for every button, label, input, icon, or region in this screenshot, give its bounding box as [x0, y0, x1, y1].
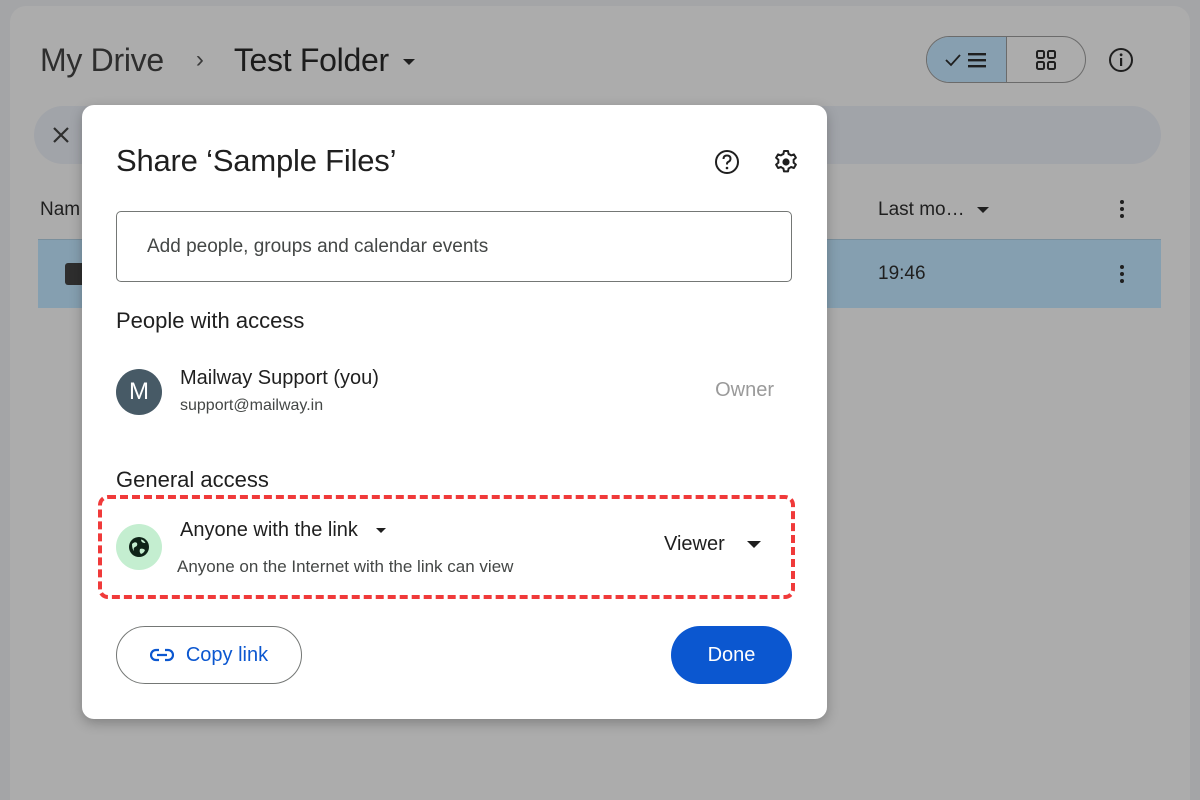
- general-access-dropdown[interactable]: Anyone with the link: [180, 519, 386, 542]
- globe-icon-container: [116, 524, 162, 570]
- person-name: Mailway Support (you): [180, 367, 379, 389]
- sort-caret-icon: [976, 207, 989, 213]
- person-email: support@mailway.in: [180, 397, 324, 414]
- breadcrumb-my-drive[interactable]: My Drive: [40, 42, 164, 79]
- breadcrumb-separator: ›: [195, 46, 204, 73]
- people-with-access-heading: People with access: [116, 308, 305, 333]
- check-list-icon: [945, 52, 987, 67]
- current-folder-label: Test Folder: [233, 41, 389, 78]
- link-icon: [149, 648, 174, 662]
- general-access-description: Anyone on the Internet with the link can…: [177, 557, 514, 576]
- column-options-icon[interactable]: [1119, 200, 1125, 218]
- column-header-name[interactable]: Nam: [40, 199, 80, 221]
- column-header-last-modified[interactable]: Last mo…: [878, 199, 989, 221]
- dialog-title: Share ‘Sample Files’: [116, 143, 397, 178]
- close-icon[interactable]: [50, 124, 72, 146]
- copy-link-button[interactable]: Copy link: [116, 626, 302, 684]
- general-access-value: Anyone with the link: [180, 519, 358, 541]
- row-more-options-icon[interactable]: [1119, 265, 1125, 283]
- role-dropdown[interactable]: Viewer: [664, 533, 761, 556]
- avatar: M: [116, 369, 162, 415]
- done-button[interactable]: Done: [671, 626, 792, 684]
- share-dialog: Share ‘Sample Files’ People with access …: [82, 105, 827, 719]
- last-modified-label: Last mo…: [878, 199, 965, 220]
- globe-icon: [129, 537, 149, 557]
- caret-down-icon: [375, 528, 386, 533]
- list-view-button[interactable]: [927, 37, 1007, 82]
- person-row: M Mailway Support (you) support@mailway.…: [116, 367, 792, 417]
- grid-view-button[interactable]: [1007, 37, 1086, 82]
- add-people-input[interactable]: [117, 212, 791, 281]
- breadcrumb-current-folder[interactable]: Test Folder: [234, 42, 415, 79]
- breadcrumb: My Drive › Test Folder: [40, 38, 415, 82]
- person-role: Owner: [715, 379, 774, 401]
- gear-icon[interactable]: [772, 148, 800, 176]
- grid-icon: [1035, 49, 1056, 70]
- add-people-input-wrapper: [116, 211, 792, 282]
- row-modified-time: 19:46: [878, 263, 926, 284]
- caret-down-icon: [746, 541, 761, 548]
- role-value: Viewer: [664, 533, 725, 555]
- help-icon[interactable]: [714, 149, 740, 175]
- caret-down-icon: [402, 59, 415, 65]
- view-toggle: [926, 36, 1086, 83]
- copy-link-label: Copy link: [185, 643, 269, 666]
- general-access-heading: General access: [116, 467, 269, 492]
- info-icon[interactable]: [1108, 47, 1134, 73]
